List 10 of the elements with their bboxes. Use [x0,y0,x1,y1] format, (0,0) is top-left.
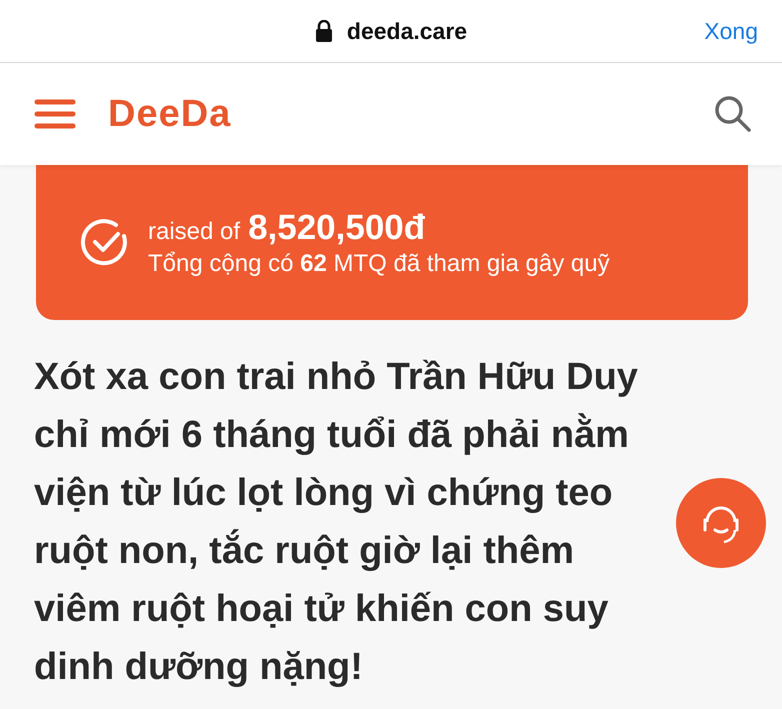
check-circle-icon [80,218,130,268]
raised-label: raised of [148,218,240,246]
lock-icon [314,20,333,42]
search-icon[interactable] [714,95,752,133]
raised-amount: 8,520,500đ [248,208,426,248]
menu-icon[interactable] [34,98,76,130]
supporters-text: Tổng cộng có 62 MTQ đã tham gia gây quỹ [148,250,610,278]
done-button[interactable]: Xong [704,18,758,44]
address-text[interactable]: deeda.care [346,18,468,44]
article-title: Xót xa con trai nhỏ Trần Hữu Duy chỉ mới 6 tháng tuổi đã phải nằm viện từ lúc lọt lòng vì chứng teo ruột non, tắc ruột giờ lại thêm viêm ruột hoại tử khiến con suy dinh dưỡng nặng! [34,355,638,690]
